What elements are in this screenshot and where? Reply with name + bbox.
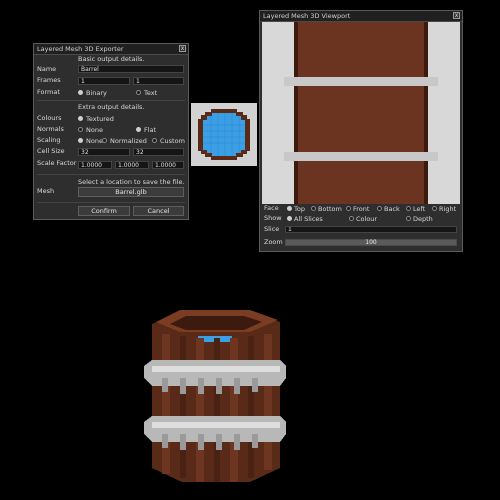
face-back-label: Back bbox=[384, 205, 400, 213]
slice-label: Slice bbox=[264, 225, 280, 233]
confirm-button[interactable]: Confirm bbox=[78, 206, 130, 216]
scaling-none-label: None bbox=[86, 137, 103, 145]
viewport-window: Layered Mesh 3D Viewport x Face Top Bott… bbox=[259, 10, 463, 252]
scale-factor-label: Scale Factor bbox=[37, 159, 77, 167]
mesh-file-button[interactable]: Barrel.glb bbox=[78, 187, 184, 197]
colours-label: Colours bbox=[37, 114, 62, 122]
face-bottom-radio[interactable] bbox=[311, 206, 316, 211]
barrel-top-view-image bbox=[198, 109, 250, 160]
face-right-radio[interactable] bbox=[432, 206, 437, 211]
scaling-normalized-label: Normalized bbox=[110, 137, 147, 145]
exporter-window: Layered Mesh 3D Exporter x Basic output … bbox=[33, 43, 189, 220]
viewport-close-button[interactable]: x bbox=[453, 12, 460, 19]
scaling-none-radio[interactable] bbox=[78, 138, 83, 143]
scale-y-input[interactable]: 1.0000 bbox=[115, 161, 149, 169]
frames-end-input[interactable]: 1 bbox=[133, 77, 184, 85]
slice-thumbnail bbox=[191, 103, 257, 166]
viewport-titlebar[interactable]: Layered Mesh 3D Viewport x bbox=[260, 11, 462, 22]
face-front-radio[interactable] bbox=[346, 206, 351, 211]
show-all-slices-label: All Slices bbox=[294, 215, 323, 223]
face-left-radio[interactable] bbox=[406, 206, 411, 211]
format-text-label: Text bbox=[144, 89, 158, 97]
close-icon: x bbox=[180, 45, 185, 52]
scale-z-input[interactable]: 1.0000 bbox=[152, 161, 184, 169]
cell-size-y-input[interactable]: 32 bbox=[133, 148, 184, 156]
face-top-label: Top bbox=[294, 205, 305, 213]
scale-x-input[interactable]: 1.0000 bbox=[78, 161, 112, 169]
show-colour-radio[interactable] bbox=[349, 216, 354, 221]
show-label: Show bbox=[264, 214, 282, 222]
scaling-label: Scaling bbox=[37, 136, 61, 144]
name-input[interactable]: Barrel bbox=[78, 65, 184, 73]
frames-label: Frames bbox=[37, 76, 61, 84]
scaling-custom-radio[interactable] bbox=[152, 138, 157, 143]
basic-heading: Basic output details. bbox=[78, 55, 145, 63]
exporter-close-button[interactable]: x bbox=[179, 45, 186, 52]
face-front-label: Front bbox=[353, 205, 370, 213]
face-right-label: Right bbox=[439, 205, 457, 213]
show-colour-label: Colour bbox=[356, 215, 378, 223]
normals-label: Normals bbox=[37, 125, 64, 133]
normals-none-label: None bbox=[86, 126, 103, 134]
normals-none-radio[interactable] bbox=[78, 127, 83, 132]
format-binary-radio[interactable] bbox=[78, 90, 83, 95]
cell-size-x-input[interactable]: 32 bbox=[78, 148, 130, 156]
close-icon: x bbox=[454, 12, 459, 19]
exporter-titlebar[interactable]: Layered Mesh 3D Exporter x bbox=[34, 44, 188, 55]
zoom-slider[interactable]: 100 bbox=[285, 239, 457, 246]
section-divider bbox=[37, 174, 185, 175]
face-bottom-label: Bottom bbox=[318, 205, 342, 213]
barrel-side-view-image bbox=[284, 22, 438, 204]
barrel-3d-render bbox=[144, 310, 286, 482]
colours-textured-radio[interactable] bbox=[78, 116, 83, 121]
barrel-3d-preview bbox=[140, 300, 290, 490]
format-text-radio[interactable] bbox=[136, 90, 141, 95]
scaling-normalized-radio[interactable] bbox=[102, 138, 107, 143]
section-divider bbox=[37, 100, 185, 101]
show-all-slices-radio[interactable] bbox=[287, 216, 292, 221]
scaling-custom-label: Custom bbox=[160, 137, 185, 145]
mesh-label: Mesh bbox=[37, 187, 55, 195]
cell-size-label: Cell Size bbox=[37, 147, 65, 155]
format-label: Format bbox=[37, 88, 60, 96]
normals-flat-radio[interactable] bbox=[136, 127, 141, 132]
frames-start-input[interactable]: 1 bbox=[78, 77, 130, 85]
face-left-label: Left bbox=[413, 205, 426, 213]
colours-textured-label: Textured bbox=[86, 115, 114, 123]
zoom-label: Zoom bbox=[264, 238, 283, 246]
name-label: Name bbox=[37, 65, 57, 73]
exporter-title: Layered Mesh 3D Exporter bbox=[37, 45, 124, 53]
zoom-value: 100 bbox=[365, 239, 377, 246]
face-back-radio[interactable] bbox=[377, 206, 382, 211]
section-divider bbox=[37, 202, 185, 203]
face-label: Face bbox=[264, 204, 279, 212]
show-depth-radio[interactable] bbox=[406, 216, 411, 221]
format-binary-label: Binary bbox=[86, 89, 107, 97]
mesh-hint: Select a location to save the file. bbox=[78, 178, 185, 186]
extra-heading: Extra output details. bbox=[78, 103, 145, 111]
cancel-button[interactable]: Cancel bbox=[133, 206, 184, 216]
show-depth-label: Depth bbox=[413, 215, 433, 223]
slice-input[interactable]: 1 bbox=[285, 226, 457, 233]
normals-flat-label: Flat bbox=[144, 126, 157, 134]
viewport-title: Layered Mesh 3D Viewport bbox=[263, 12, 351, 20]
viewport-canvas[interactable] bbox=[262, 22, 460, 204]
face-top-radio[interactable] bbox=[287, 206, 292, 211]
